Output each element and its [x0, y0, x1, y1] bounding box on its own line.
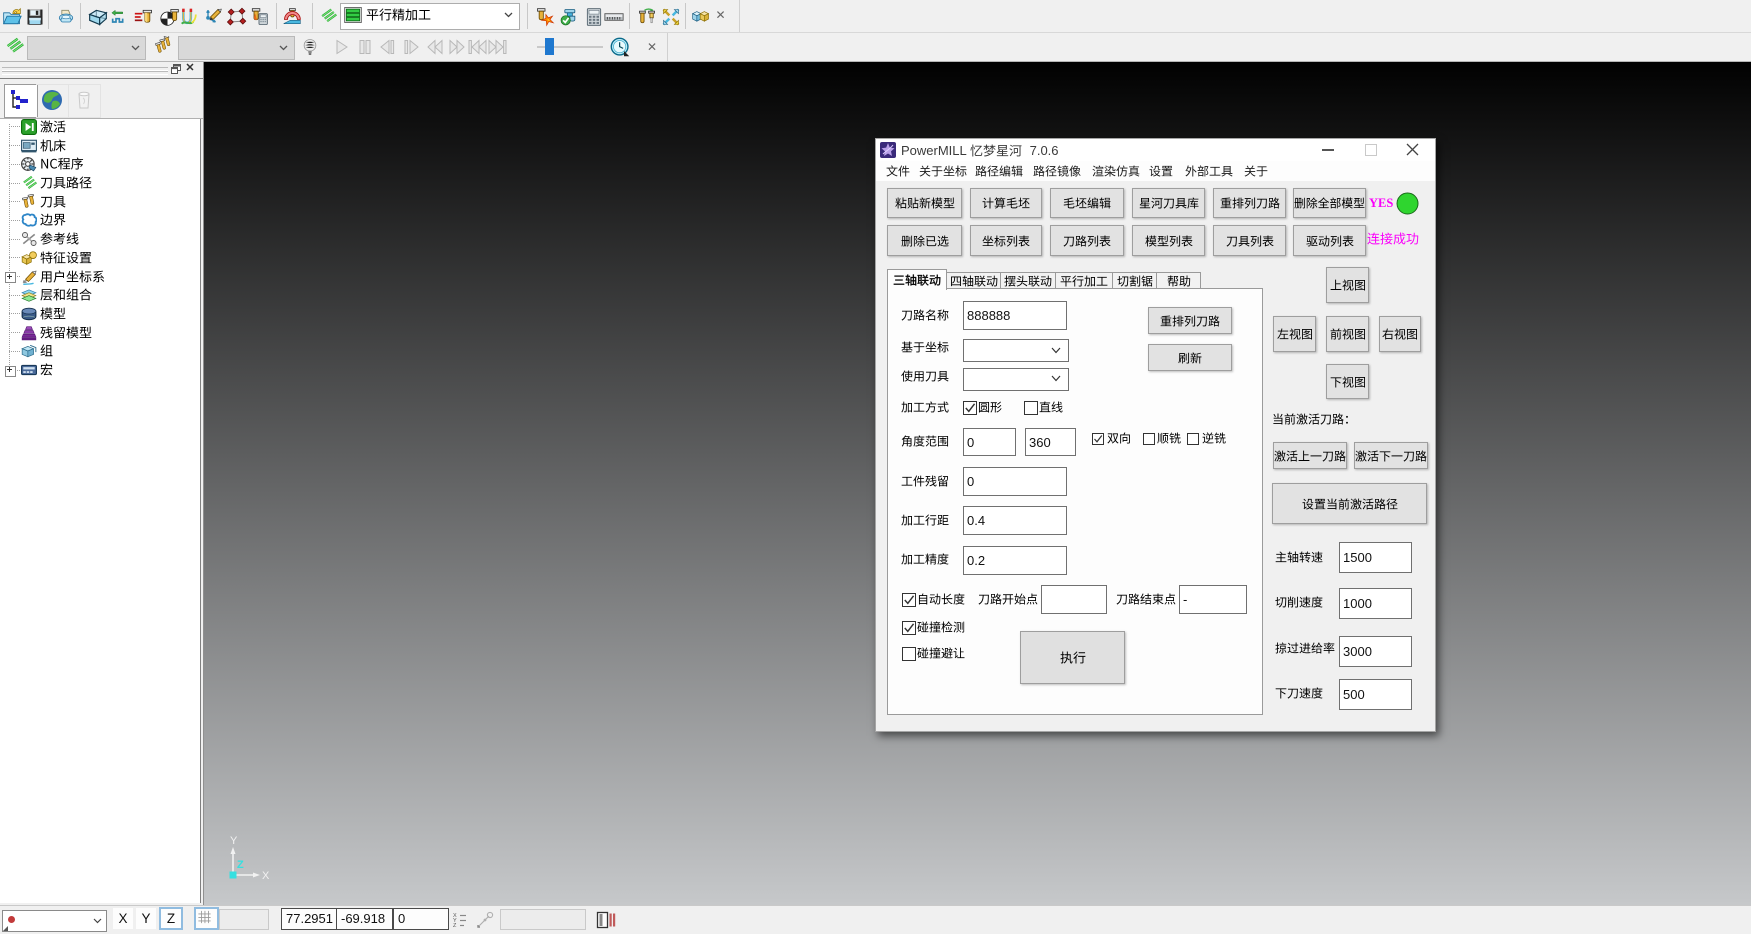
svg-text:Y: Y: [230, 835, 238, 847]
svg-text:Z: Z: [237, 859, 244, 871]
svg-text:X: X: [262, 870, 270, 882]
